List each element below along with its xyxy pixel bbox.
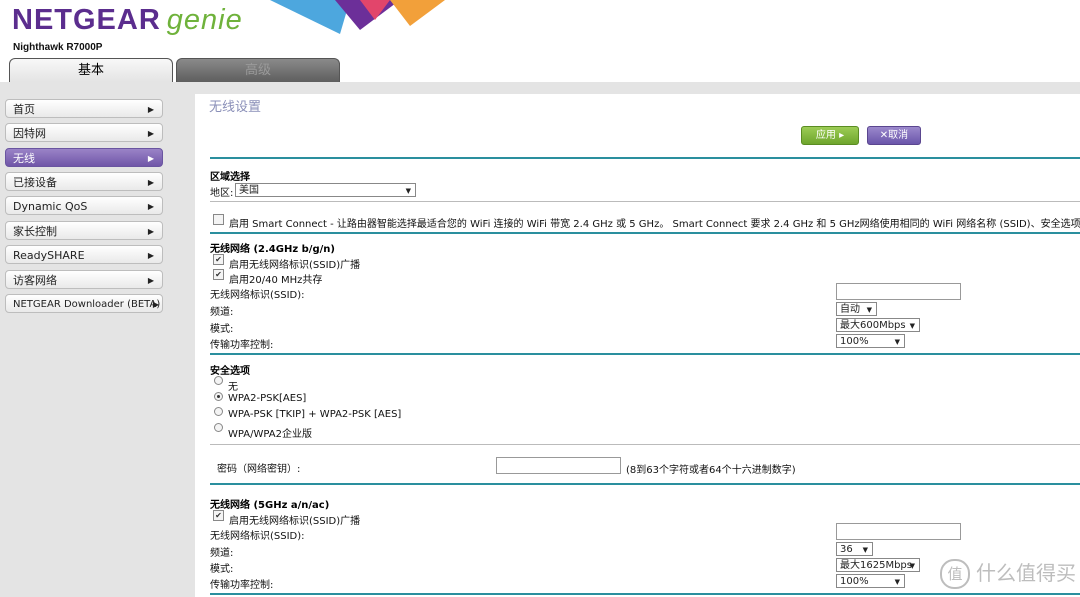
divider (210, 483, 1080, 485)
sidebar: 首页 ▶ 因特网 ▶ 无线 ▶ 已接设备 ▶ Dynamic QoS ▶ 家长控制 ▶ Re… (0, 94, 195, 597)
apply-button[interactable]: 应用 ▸ (801, 126, 859, 145)
region-heading: 区域选择 (210, 172, 250, 183)
wifi24-coexist-checkbox[interactable]: ✔ (213, 269, 224, 280)
tab-basic[interactable]: 基本 (9, 58, 173, 83)
wifi24-power-select[interactable]: 100% ▼ (836, 334, 905, 348)
logo-shapes-decoration (270, 0, 445, 34)
sidebar-item-internet[interactable]: 因特网 ▶ (5, 123, 163, 142)
page-title: 无线设置 (209, 100, 262, 115)
wifi5-ssid-broadcast-label: 启用无线网络标识(SSID)广播 (229, 516, 361, 527)
sidebar-item-parental-controls[interactable]: 家长控制 ▶ (5, 221, 163, 240)
smart-connect-checkbox[interactable] (213, 214, 224, 225)
chevron-right-icon: ▶ (147, 227, 154, 236)
cancel-button[interactable]: ✕取消 (867, 126, 921, 145)
watermark-icon: 值 (940, 559, 970, 589)
security-option-label: WPA-PSK [TKIP] + WPA2-PSK [AES] (228, 409, 402, 420)
tab-advanced[interactable]: 高级 (176, 58, 340, 83)
brand-name: NETGEAR (12, 4, 161, 36)
main-content: 无线设置 应用 ▸ ✕取消 区域选择 地区: 美国 ▼ 启用 Smart Conn… (203, 94, 1080, 597)
wifi5-channel-select[interactable]: 36 ▼ (836, 542, 873, 556)
security-option-wpa-mixed-radio[interactable] (214, 407, 223, 416)
wifi24-ssid-label: 无线网络标识(SSID): (210, 290, 305, 301)
sidebar-item-downloader[interactable]: NETGEAR Downloader (BETA) ▶ (5, 294, 163, 313)
wifi5-mode-label: 模式: (210, 564, 234, 575)
security-heading: 安全选项 (210, 366, 250, 377)
wifi5-ssid-broadcast-checkbox[interactable]: ✔ (213, 510, 224, 521)
sidebar-item-readyshare[interactable]: ReadySHARE ▶ (5, 245, 163, 264)
security-option-enterprise-radio[interactable] (214, 423, 223, 432)
wifi24-channel-label: 频道: (210, 307, 234, 318)
wifi24-coexist-label: 启用20/40 MHz共存 (229, 275, 323, 286)
watermark: 值什么值得买 (940, 557, 1076, 589)
chevron-down-icon: ▼ (894, 578, 900, 586)
security-option-wpa2-radio[interactable] (214, 392, 223, 401)
chevron-down-icon: ▼ (909, 322, 915, 330)
password-hint: (8到63个字符或者64个十六进制数字) (626, 465, 796, 476)
chevron-down-icon: ▼ (405, 187, 411, 195)
sidebar-item-wireless[interactable]: 无线 ▶ (5, 148, 163, 167)
wifi24-channel-select[interactable]: 自动 ▼ (836, 302, 877, 316)
chevron-right-icon: ▶ (147, 202, 154, 211)
chevron-right-icon: ▶ (147, 154, 154, 163)
wifi5-power-label: 传输功率控制: (210, 580, 274, 591)
wifi5-mode-select[interactable]: 最大1625Mbps ▼ (836, 558, 920, 572)
chevron-right-icon: ▶ (147, 105, 154, 114)
region-label: 地区: (210, 188, 234, 199)
security-option-label: WPA/WPA2企业版 (228, 429, 312, 440)
wifi24-heading: 无线网络 (2.4GHz b/g/n) (210, 244, 335, 255)
password-label: 密码（网络密钥）: (217, 464, 301, 475)
wifi24-ssid-broadcast-checkbox[interactable]: ✔ (213, 254, 224, 265)
chevron-right-icon: ▶ (147, 276, 154, 285)
divider (210, 201, 1080, 202)
chevron-down-icon: ▼ (866, 306, 872, 314)
product-name: genie (166, 4, 243, 36)
wifi5-heading: 无线网络 (5GHz a/n/ac) (210, 500, 330, 511)
tab-underline-bar (0, 82, 1080, 94)
chevron-right-icon: ▶ (147, 178, 154, 187)
watermark-text: 什么值得买 (976, 560, 1076, 585)
header: NETGEAR genie Nighthawk R7000P 基本 高级 (0, 0, 1080, 83)
security-option-label: WPA2-PSK[AES] (228, 393, 307, 404)
smart-connect-label: 启用 Smart Connect - 让路由器智能选择最适合您的 WiFi 连接… (229, 219, 1080, 230)
security-option-none-radio[interactable] (214, 376, 223, 385)
sidebar-item-guest-network[interactable]: 访客网络 ▶ (5, 270, 163, 289)
sidebar-item-home[interactable]: 首页 ▶ (5, 99, 163, 118)
wifi24-mode-label: 模式: (210, 324, 234, 335)
divider (210, 444, 1080, 445)
divider (210, 353, 1080, 355)
wifi5-ssid-input[interactable] (836, 523, 961, 540)
chevron-down-icon: ▼ (894, 338, 900, 346)
divider (210, 157, 1080, 159)
chevron-right-icon: ▶ (152, 300, 159, 309)
divider (210, 593, 1080, 595)
chevron-right-icon: ▶ (147, 251, 154, 260)
model-name: Nighthawk R7000P (13, 42, 103, 53)
wifi24-ssid-input[interactable] (836, 283, 961, 300)
divider (210, 232, 1080, 234)
wifi24-ssid-broadcast-label: 启用无线网络标识(SSID)广播 (229, 260, 361, 271)
security-option-label: 无 (228, 382, 238, 393)
netgear-logo: NETGEAR genie (12, 4, 243, 37)
chevron-right-icon: ▶ (147, 129, 154, 138)
sidebar-item-dynamic-qos[interactable]: Dynamic QoS ▶ (5, 196, 163, 215)
wifi5-power-select[interactable]: 100% ▼ (836, 574, 905, 588)
wifi5-ssid-label: 无线网络标识(SSID): (210, 531, 305, 542)
chevron-down-icon: ▼ (909, 562, 915, 570)
wifi24-power-label: 传输功率控制: (210, 340, 274, 351)
wifi24-mode-select[interactable]: 最大600Mbps ▼ (836, 318, 920, 332)
chevron-down-icon: ▼ (862, 546, 868, 554)
password-input[interactable] (496, 457, 621, 474)
wifi5-channel-label: 频道: (210, 548, 234, 559)
sidebar-item-attached-devices[interactable]: 已接设备 ▶ (5, 172, 163, 191)
region-select[interactable]: 美国 ▼ (235, 183, 416, 197)
